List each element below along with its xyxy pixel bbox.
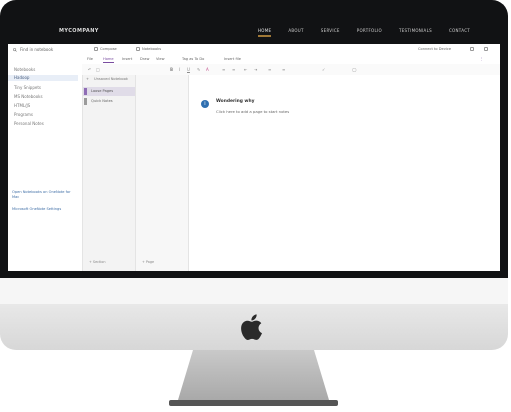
numbering-icon[interactable]: ≡: [232, 67, 235, 72]
tag-todo-button[interactable]: Tag as To Do: [182, 57, 204, 61]
notebook-sidebar: Notebooks Hadoop Tiny Snippets MS Notebo…: [8, 55, 83, 271]
section-label: Quick Notes: [91, 99, 113, 103]
monitor-stand: [169, 350, 338, 406]
compose-button[interactable]: Compose: [94, 47, 117, 51]
pages-pane: + Page: [136, 75, 189, 271]
section-color-marker: [84, 88, 87, 95]
sidebar-item-programs[interactable]: Programs: [12, 112, 78, 118]
tab-view[interactable]: View: [156, 57, 165, 61]
close-icon: [484, 47, 488, 51]
notebooks-label: Notebooks: [142, 47, 162, 51]
add-page-button[interactable]: + Page: [142, 260, 154, 264]
underline-icon[interactable]: U: [187, 67, 190, 72]
info-icon: i: [201, 100, 209, 108]
highlight-icon[interactable]: ✎: [197, 67, 200, 72]
nav-link-testimonials[interactable]: TESTIMONIALS: [399, 28, 432, 33]
section-item-quick-notes[interactable]: Quick Notes: [83, 97, 135, 106]
sidebar-item-ms-notebooks[interactable]: MS Notebooks: [12, 94, 78, 100]
align-icon[interactable]: ≡: [268, 67, 271, 72]
insert-file-button[interactable]: Insert file: [224, 57, 241, 61]
notebooks-button[interactable]: Notebooks: [136, 47, 161, 51]
settings-button[interactable]: [470, 47, 474, 51]
search-label: Find in notebook: [20, 47, 54, 52]
indent-icon[interactable]: ⇥: [254, 67, 257, 72]
compose-icon: [94, 47, 98, 51]
connect-label: Connect to Device: [418, 47, 452, 51]
styles-icon[interactable]: ≡: [282, 67, 285, 72]
paste-icon[interactable]: □: [96, 67, 100, 72]
notice-text[interactable]: Click here to add a page to start notes: [216, 109, 289, 114]
compose-label: Compose: [100, 47, 117, 51]
add-section-button[interactable]: + Section: [89, 260, 106, 264]
notebook-icon: [136, 47, 140, 51]
tab-insert[interactable]: Insert: [122, 57, 132, 61]
sidebar-item-personal-notes[interactable]: Personal Notes: [12, 121, 78, 127]
ribbon-more-icon[interactable]: ⋮: [480, 57, 484, 61]
tab-home[interactable]: Home: [103, 57, 114, 63]
attach-icon[interactable]: ◯: [352, 67, 356, 72]
section-item-loose-pages[interactable]: Loose Pages: [83, 87, 135, 96]
nav-link-home[interactable]: HOME: [258, 28, 272, 37]
nav-link-portfolio[interactable]: PORTFOLIO: [357, 28, 382, 33]
monitor-chin-edge: [0, 278, 508, 304]
bold-icon[interactable]: B: [170, 67, 173, 72]
section-add-icon[interactable]: +: [86, 77, 89, 81]
gear-icon: [470, 47, 474, 51]
undo-icon[interactable]: ↶: [88, 67, 91, 72]
nav-link-service[interactable]: SERVICE: [321, 28, 340, 33]
nav-link-about[interactable]: ABOUT: [288, 28, 303, 33]
onenote-settings-link[interactable]: Microsoft OneNote Settings: [12, 207, 74, 212]
tab-draw[interactable]: Draw: [140, 57, 149, 61]
sections-pane: + Unsaved Notebook Loose Pages Quick Not…: [83, 75, 136, 271]
note-canvas[interactable]: i Wondering why Click here to add a page…: [189, 75, 500, 271]
close-button[interactable]: [484, 47, 488, 51]
app-screen: Find in notebook Compose Notebooks Conne…: [8, 44, 500, 271]
ribbon-tabs: File Home Insert Draw View Tag as To Do …: [82, 55, 500, 64]
open-notebooks-link[interactable]: Open Notebooks on OneNote for Mac: [12, 190, 74, 200]
brand-logo[interactable]: MYCOMPANY: [59, 28, 99, 34]
website-header: MYCOMPANY HOME ABOUT SERVICE PORTFOLIO T…: [0, 0, 508, 44]
sidebar-item-html-js[interactable]: HTML/JS: [12, 103, 78, 109]
search-icon: [13, 47, 17, 52]
sections-header: Unsaved Notebook: [94, 77, 129, 81]
sidebar-item-notebooks[interactable]: Notebooks: [12, 67, 78, 73]
website-nav: HOME ABOUT SERVICE PORTFOLIO TESTIMONIAL…: [258, 28, 470, 37]
sidebar-item-hadoop[interactable]: Hadoop: [8, 75, 78, 81]
connect-device-button[interactable]: Connect to Device: [418, 47, 451, 51]
section-label: Loose Pages: [91, 89, 114, 93]
nav-link-contact[interactable]: CONTACT: [449, 28, 470, 33]
apple-icon: [241, 314, 262, 341]
notice-title: Wondering why: [216, 99, 255, 104]
italic-icon[interactable]: I: [179, 67, 180, 72]
font-color-icon[interactable]: A: [206, 67, 209, 72]
outdent-icon[interactable]: ⇤: [244, 67, 247, 72]
bullets-icon[interactable]: ≡: [222, 67, 225, 72]
sidebar-item-tiny-snippets[interactable]: Tiny Snippets: [12, 85, 78, 91]
section-color-marker: [84, 98, 87, 105]
tab-file[interactable]: File: [87, 57, 93, 61]
tag-icon[interactable]: ✓: [322, 67, 325, 72]
notebook-search[interactable]: Find in notebook: [13, 47, 53, 52]
